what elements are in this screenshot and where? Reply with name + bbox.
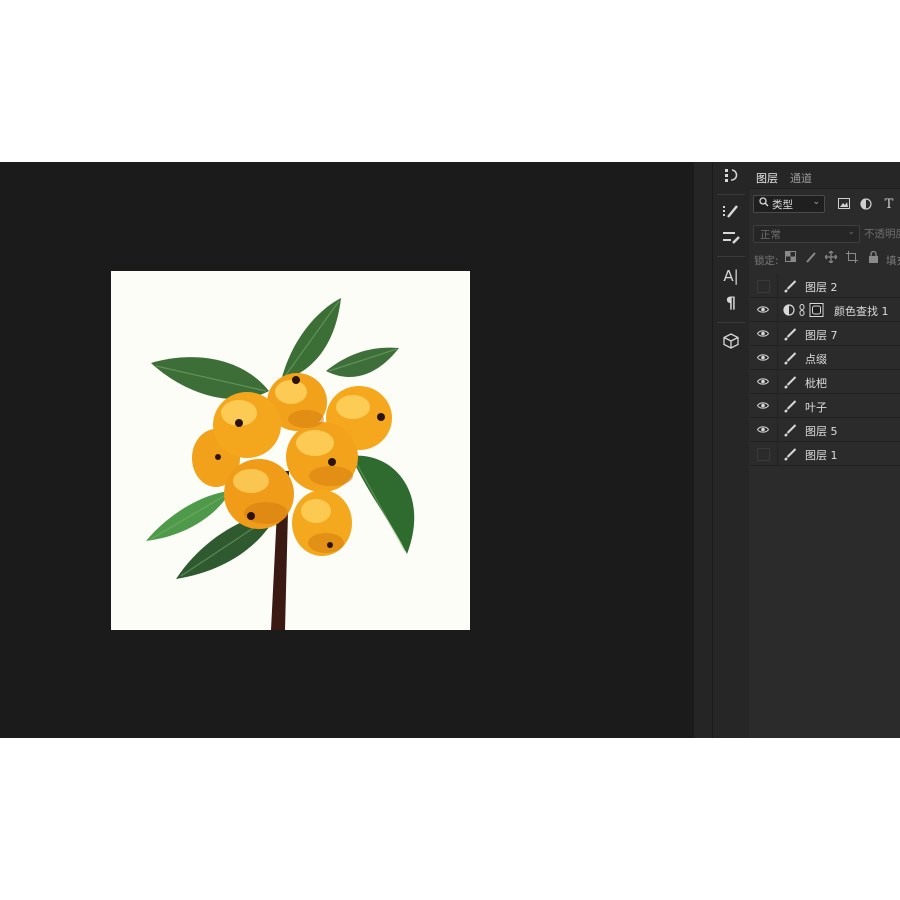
- layers-panel: 图层 通道 类型 ⌄ T 正常 ⌄ 不透明度: [749, 162, 900, 738]
- lock-all-icon[interactable]: [866, 250, 880, 267]
- divider: [717, 322, 745, 323]
- layer-name: 颜色查找 1: [834, 305, 889, 318]
- divider: [717, 256, 745, 257]
- panel-gutter: [694, 162, 712, 738]
- tab-channels[interactable]: 通道: [790, 170, 812, 186]
- layer-row[interactable]: 图层 5: [749, 418, 900, 442]
- filter-kind-select[interactable]: 类型 ⌄: [753, 195, 825, 213]
- visibility-toggle[interactable]: [749, 394, 778, 417]
- blend-mode-label: 正常: [760, 229, 781, 241]
- layer-name: 叶子: [805, 401, 827, 414]
- layer-filter-row: 类型 ⌄ T: [749, 192, 900, 218]
- visibility-toggle[interactable]: [749, 418, 778, 441]
- blend-mode-select[interactable]: 正常 ⌄: [753, 225, 860, 243]
- layer-row[interactable]: 颜色查找 1: [749, 298, 900, 322]
- visibility-toggle[interactable]: [749, 370, 778, 393]
- layer-list: 图层 2 颜色查找 1 图层 7 点缀枇杷叶子图层 5 图层 1: [749, 274, 900, 466]
- loquat-artwork: [111, 271, 470, 630]
- blend-row: 正常 ⌄ 不透明度: [749, 224, 900, 246]
- lock-position-icon[interactable]: [824, 250, 838, 267]
- visibility-toggle[interactable]: [749, 298, 778, 321]
- brush-settings-icon[interactable]: [719, 200, 743, 222]
- visibility-toggle[interactable]: [749, 346, 778, 369]
- lock-transparent-icon[interactable]: [783, 251, 797, 267]
- visibility-toggle[interactable]: [749, 322, 778, 345]
- layer-row[interactable]: 图层 2: [749, 274, 900, 298]
- lock-pixels-icon[interactable]: [804, 251, 818, 267]
- lock-label: 锁定:: [754, 255, 779, 267]
- history-icon[interactable]: [719, 164, 743, 186]
- chevron-down-icon: ⌄: [847, 227, 855, 237]
- fill-label: 填充: [886, 255, 900, 267]
- visibility-toggle[interactable]: [749, 274, 778, 297]
- tab-layers[interactable]: 图层: [756, 170, 778, 186]
- lock-row: 锁定: 填充: [749, 250, 900, 270]
- tool-presets-icon[interactable]: [719, 226, 743, 248]
- hidden-visibility-box: [757, 280, 770, 293]
- filter-kind-label: 类型: [772, 199, 793, 211]
- hidden-visibility-box: [757, 448, 770, 461]
- layer-name: 图层 7: [805, 329, 838, 342]
- character-icon[interactable]: A|: [719, 265, 743, 287]
- layer-name: 图层 1: [805, 449, 838, 462]
- divider: [717, 194, 745, 195]
- chevron-down-icon: ⌄: [812, 197, 820, 207]
- paragraph-icon[interactable]: ¶: [719, 291, 743, 313]
- 3d-icon[interactable]: [719, 330, 743, 352]
- opacity-label: 不透明度: [864, 228, 900, 240]
- layer-name: 点缀: [805, 353, 827, 366]
- layer-row[interactable]: 图层 1: [749, 442, 900, 466]
- layer-name: 图层 2: [805, 281, 838, 294]
- document-canvas[interactable]: [111, 271, 470, 630]
- layer-row[interactable]: 枇杷: [749, 370, 900, 394]
- visibility-toggle[interactable]: [749, 442, 778, 465]
- lock-artboard-icon[interactable]: [845, 251, 859, 267]
- image-filter-icon[interactable]: [837, 198, 851, 212]
- canvas-area[interactable]: [0, 162, 694, 738]
- search-icon: [759, 197, 769, 210]
- adjustment-filter-icon[interactable]: [859, 198, 873, 212]
- layer-row[interactable]: 叶子: [749, 394, 900, 418]
- layer-row[interactable]: 点缀: [749, 346, 900, 370]
- collapsed-panel-strip: A| ¶: [712, 162, 750, 738]
- layer-name: 图层 5: [805, 425, 838, 438]
- layer-row[interactable]: 图层 7: [749, 322, 900, 346]
- photoshop-workspace: A| ¶ 图层 通道 类型 ⌄ T 正常 ⌄ 不透明 锁定: 填 图层 2 颜色…: [0, 162, 900, 738]
- panel-tabs: 图层 通道: [749, 162, 900, 189]
- layer-name: 枇杷: [805, 377, 827, 390]
- type-filter-icon[interactable]: T: [882, 198, 896, 212]
